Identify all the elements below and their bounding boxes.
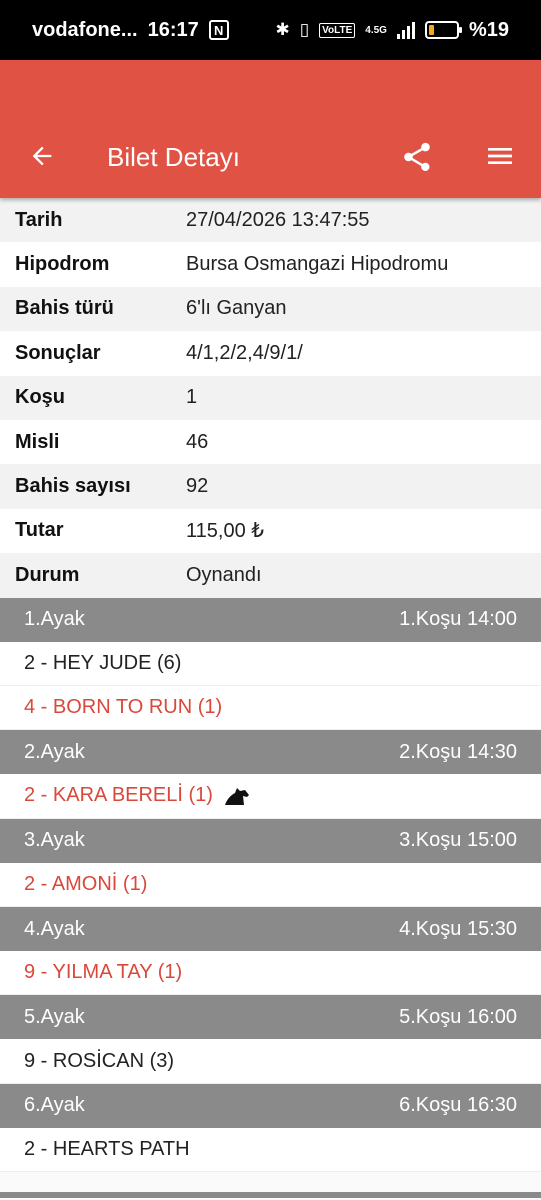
share-icon bbox=[404, 142, 430, 172]
battery-level-fill bbox=[428, 25, 434, 35]
horse-row: 9 - ROSİCAN (3) bbox=[0, 1039, 541, 1084]
leg-header: 3.Ayak 3.Koşu 15:00 bbox=[0, 818, 541, 863]
race-time-label: 2.Koşu 14:30 bbox=[399, 740, 517, 763]
horse-row: 9 - YILMA TAY (1) bbox=[0, 951, 541, 996]
horse-name: 2 - HEY JUDE (6) bbox=[24, 651, 182, 674]
status-right: ✱ ▯ VoLTE 4.5G %19 bbox=[275, 19, 509, 42]
detail-value: Bursa Osmangazi Hipodromu bbox=[186, 253, 449, 276]
leg-header: 5.Ayak 5.Koşu 16:00 bbox=[0, 995, 541, 1040]
arrow-left-icon bbox=[32, 146, 52, 166]
leg-label: 3.Ayak bbox=[24, 829, 85, 852]
leg-header: 2.Ayak 2.Koşu 14:30 bbox=[0, 730, 541, 775]
detail-row: Sonuçlar 4/1,2/2,4/9/1/ bbox=[0, 331, 541, 376]
detail-value: 6'lı Ganyan bbox=[186, 297, 287, 320]
horse-name: 9 - ROSİCAN (3) bbox=[24, 1049, 175, 1072]
leg-header: 6.Ayak 6.Koşu 16:30 bbox=[0, 1083, 541, 1128]
horse-name: 2 - HEARTS PATH bbox=[24, 1138, 190, 1161]
detail-label: Hipodrom bbox=[15, 253, 110, 276]
leg-header-partial bbox=[0, 1192, 541, 1199]
detail-row: Tutar 115,00 ₺ bbox=[0, 508, 541, 554]
detail-row: Hipodrom Bursa Osmangazi Hipodromu bbox=[0, 242, 541, 287]
horse-name: 9 - YILMA TAY (1) bbox=[24, 961, 183, 984]
detail-label: Misli bbox=[15, 430, 60, 453]
network-type: 4.5G bbox=[365, 24, 387, 36]
battery-icon bbox=[424, 21, 462, 39]
page-title: Bilet Detayı bbox=[107, 142, 240, 172]
hamburger-menu-icon bbox=[488, 148, 512, 164]
horse-name: 2 - AMONİ (1) bbox=[24, 872, 148, 895]
race-time-label: 3.Koşu 15:00 bbox=[399, 829, 517, 852]
bluetooth-icon: ✱ bbox=[275, 20, 290, 39]
race-time-label: 5.Koşu 16:00 bbox=[399, 1005, 517, 1028]
race-time-label: 1.Koşu 14:00 bbox=[399, 608, 517, 631]
horse-row: 2 - AMONİ (1) bbox=[0, 862, 541, 908]
horse-name: 4 - BORN TO RUN (1) bbox=[24, 696, 223, 719]
vibrate-icon: ▯ bbox=[299, 20, 310, 39]
volte-icon: VoLTE bbox=[319, 22, 356, 38]
leg-label: 2.Ayak bbox=[24, 740, 85, 763]
detail-label: Tutar bbox=[15, 519, 64, 542]
detail-row: Misli 46 bbox=[0, 419, 541, 465]
detail-label: Bahis sayısı bbox=[15, 475, 131, 498]
horse-row: 4 - BORN TO RUN (1) bbox=[0, 685, 541, 731]
menu-button[interactable] bbox=[484, 140, 516, 172]
detail-value: 4/1,2/2,4/9/1/ bbox=[186, 341, 303, 364]
race-time-label: 4.Koşu 15:30 bbox=[399, 917, 517, 940]
horse-row: 2 - HEARTS PATH bbox=[0, 1127, 541, 1173]
status-time: 16:17 bbox=[147, 18, 199, 41]
leg-header: 1.Ayak 1.Koşu 14:00 bbox=[0, 597, 541, 642]
leg-label: 4.Ayak bbox=[24, 917, 85, 940]
detail-value: Oynandı bbox=[186, 563, 262, 586]
nfc-icon: N bbox=[208, 20, 229, 40]
detail-label: Tarih bbox=[15, 208, 63, 231]
detail-value: 92 bbox=[186, 475, 209, 498]
status-left: vodafone... 16:17 N bbox=[32, 19, 229, 42]
detail-value: 27/04/2026 13:47:55 bbox=[186, 208, 370, 231]
detail-row: Tarih 27/04/2026 13:47:55 bbox=[0, 198, 541, 243]
ticket-details: Tarih 27/04/2026 13:47:55 Hipodrom Bursa Os… bbox=[0, 198, 541, 598]
detail-label: Bahis türü bbox=[15, 297, 114, 320]
ticket-legs: 1.Ayak 1.Koşu 14:00 2 - HEY JUDE (6) 4 - BO… bbox=[0, 597, 541, 1173]
detail-label: Durum bbox=[15, 563, 80, 586]
detail-row: Durum Oynandı bbox=[0, 553, 541, 598]
horse-name: 2 - KARA BERELİ (1) bbox=[24, 784, 213, 807]
detail-label: Sonuçlar bbox=[15, 341, 101, 364]
leg-label: 6.Ayak bbox=[24, 1094, 85, 1117]
carrier-name: vodafone... bbox=[32, 18, 138, 41]
status-bar: vodafone... 16:17 N ✱ ▯ VoLTE 4.5G %19 bbox=[0, 0, 541, 60]
signal-icon bbox=[396, 21, 415, 39]
detail-value: 115,00 ₺ bbox=[186, 520, 264, 543]
detail-label: Koşu bbox=[15, 386, 65, 409]
app-bar: Bilet Detayı bbox=[0, 60, 541, 198]
leg-label: 5.Ayak bbox=[24, 1005, 85, 1028]
detail-row: Bahis sayısı 92 bbox=[0, 464, 541, 509]
share-button[interactable] bbox=[400, 140, 434, 174]
leg-header: 4.Ayak 4.Koşu 15:30 bbox=[0, 907, 541, 952]
detail-value: 46 bbox=[186, 430, 209, 453]
race-time-label: 6.Koşu 16:30 bbox=[399, 1094, 517, 1117]
detail-row: Koşu 1 bbox=[0, 375, 541, 420]
detail-row: Bahis türü 6'lı Ganyan bbox=[0, 286, 541, 332]
detail-value: 1 bbox=[186, 386, 198, 409]
battery-text: %19 bbox=[468, 18, 509, 41]
horse-row: 2 - HEY JUDE (6) bbox=[0, 641, 541, 686]
horse-row: 2 - KARA BERELİ (1) bbox=[0, 774, 541, 819]
horse-head-icon bbox=[224, 787, 249, 805]
back-button[interactable] bbox=[26, 140, 58, 172]
leg-label: 1.Ayak bbox=[24, 608, 85, 631]
